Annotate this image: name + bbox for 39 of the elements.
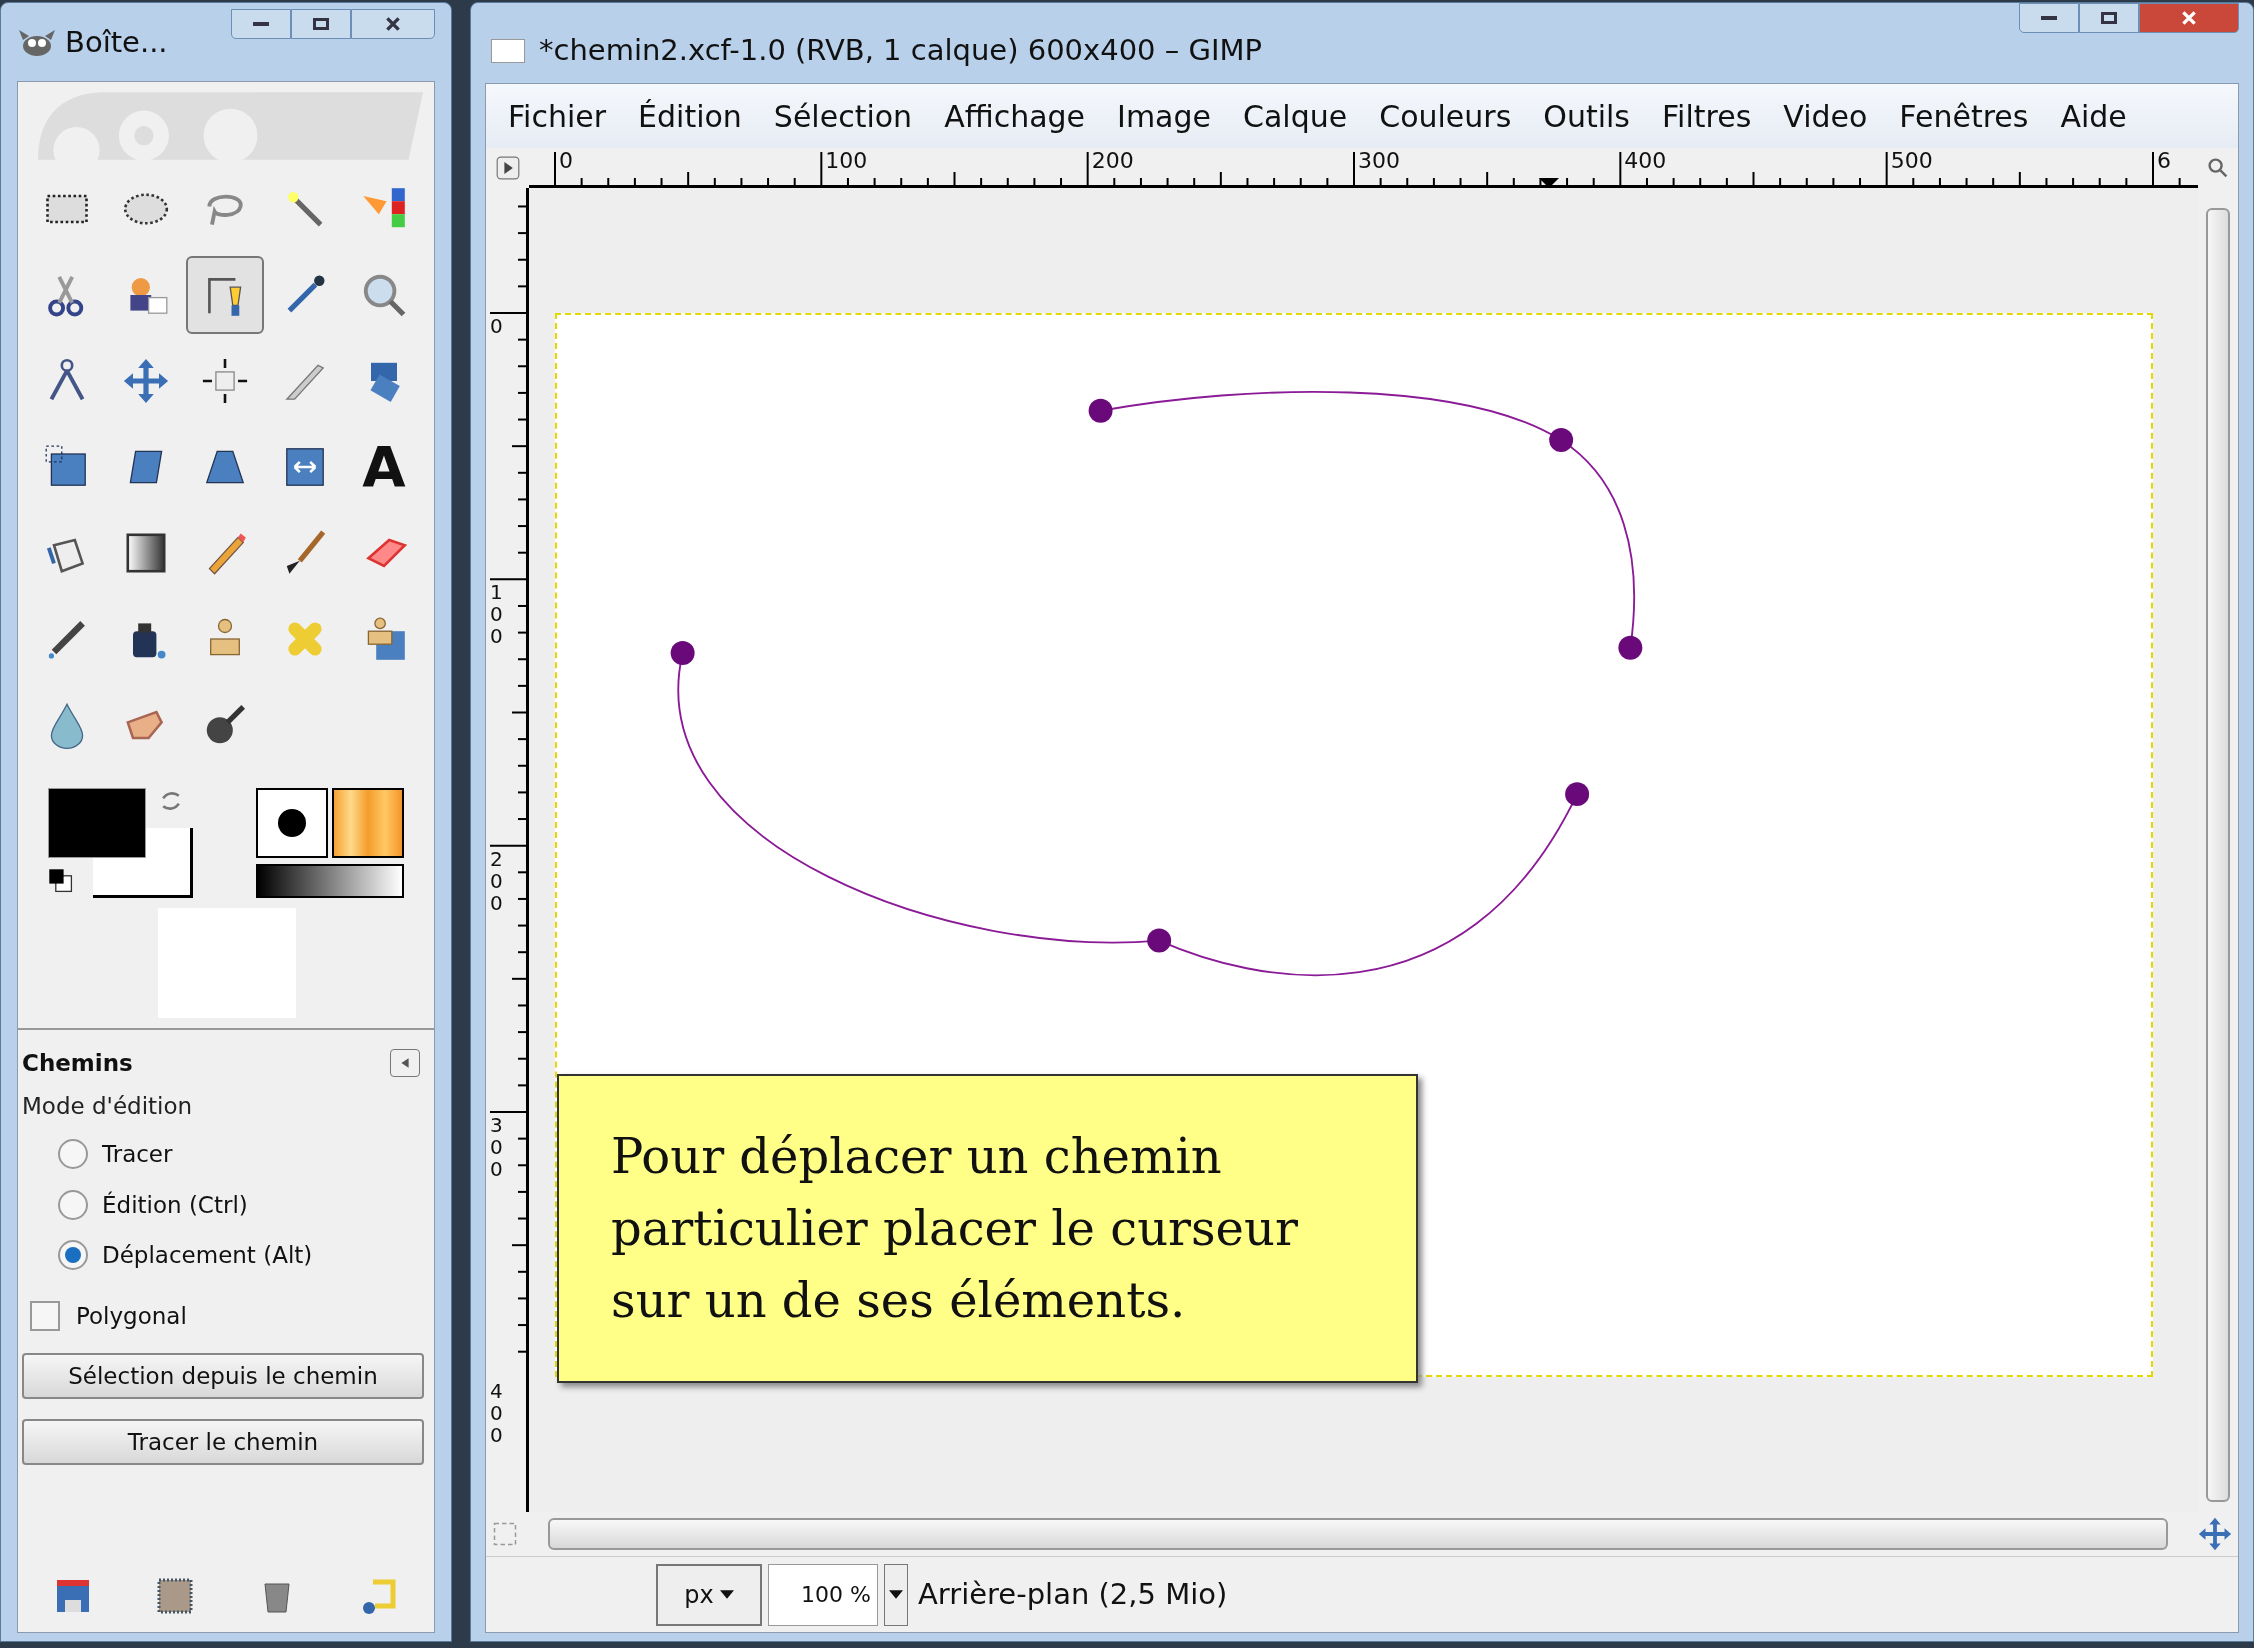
ruler-label: 100 — [825, 150, 868, 172]
ruler-label: 200 — [490, 847, 504, 914]
ruler-label: 0 — [559, 150, 573, 172]
menu-item[interactable]: Affichage — [932, 93, 1098, 139]
menu-item[interactable]: Édition — [626, 93, 754, 139]
menu-item[interactable]: Fenêtres — [1887, 93, 2041, 139]
ruler-label: 6 — [2157, 150, 2171, 172]
menu-item[interactable]: Image — [1105, 93, 1223, 139]
menu-item[interactable]: Filtres — [1650, 93, 1764, 139]
mode-radio[interactable]: Tracer — [58, 1137, 430, 1172]
action-button[interactable]: Tracer le chemin — [22, 1419, 424, 1465]
menu-item[interactable]: Fichier — [496, 93, 619, 139]
note-text: Pour déplacer un chemin particulier placer le curseur sur un de ses éléments. — [611, 1127, 1299, 1330]
window-title: *chemin2.xcf-1.0 (RVB, 1 calque) 600x400 – GIMP — [539, 32, 1263, 69]
ruler-label: 100 — [490, 581, 504, 648]
layer-status: Arrière-plan (2,5 Mio) — [918, 1575, 1228, 1613]
menu-item[interactable]: Aide — [2048, 93, 2139, 139]
menu-item[interactable]: Sélection — [761, 93, 925, 139]
polygonal-checkbox[interactable]: Polygonal — [22, 1298, 430, 1333]
ruler-label: 300 — [1358, 150, 1400, 172]
ruler-label: 400 — [490, 1380, 504, 1447]
window-title: Boîte... — [65, 24, 168, 61]
action-button[interactable]: Sélection depuis le chemin — [22, 1353, 424, 1399]
ruler-label: 400 — [1624, 150, 1667, 172]
ruler-label: 300 — [490, 1114, 504, 1180]
ruler-label: 200 — [1091, 150, 1134, 172]
menu-item[interactable]: Couleurs — [1367, 93, 1524, 139]
menu-item[interactable]: Video — [1771, 93, 1880, 139]
ruler-label: 500 — [1890, 150, 1933, 172]
tool-button[interactable]: A — [344, 428, 423, 506]
zoom-field[interactable]: 100 % — [768, 1563, 878, 1626]
mode-radio[interactable]: Déplacement (Alt) — [58, 1238, 430, 1273]
options-title: Chemins — [22, 1049, 133, 1078]
menu-item[interactable]: Calque — [1231, 93, 1360, 139]
mode-radio[interactable]: Édition (Ctrl) — [58, 1187, 430, 1222]
menu-item[interactable]: Outils — [1531, 93, 1642, 139]
ruler-label: 0 — [490, 315, 504, 337]
unit-dropdown[interactable]: px — [656, 1563, 762, 1626]
mode-label: Mode d'édition — [22, 1091, 194, 1121]
